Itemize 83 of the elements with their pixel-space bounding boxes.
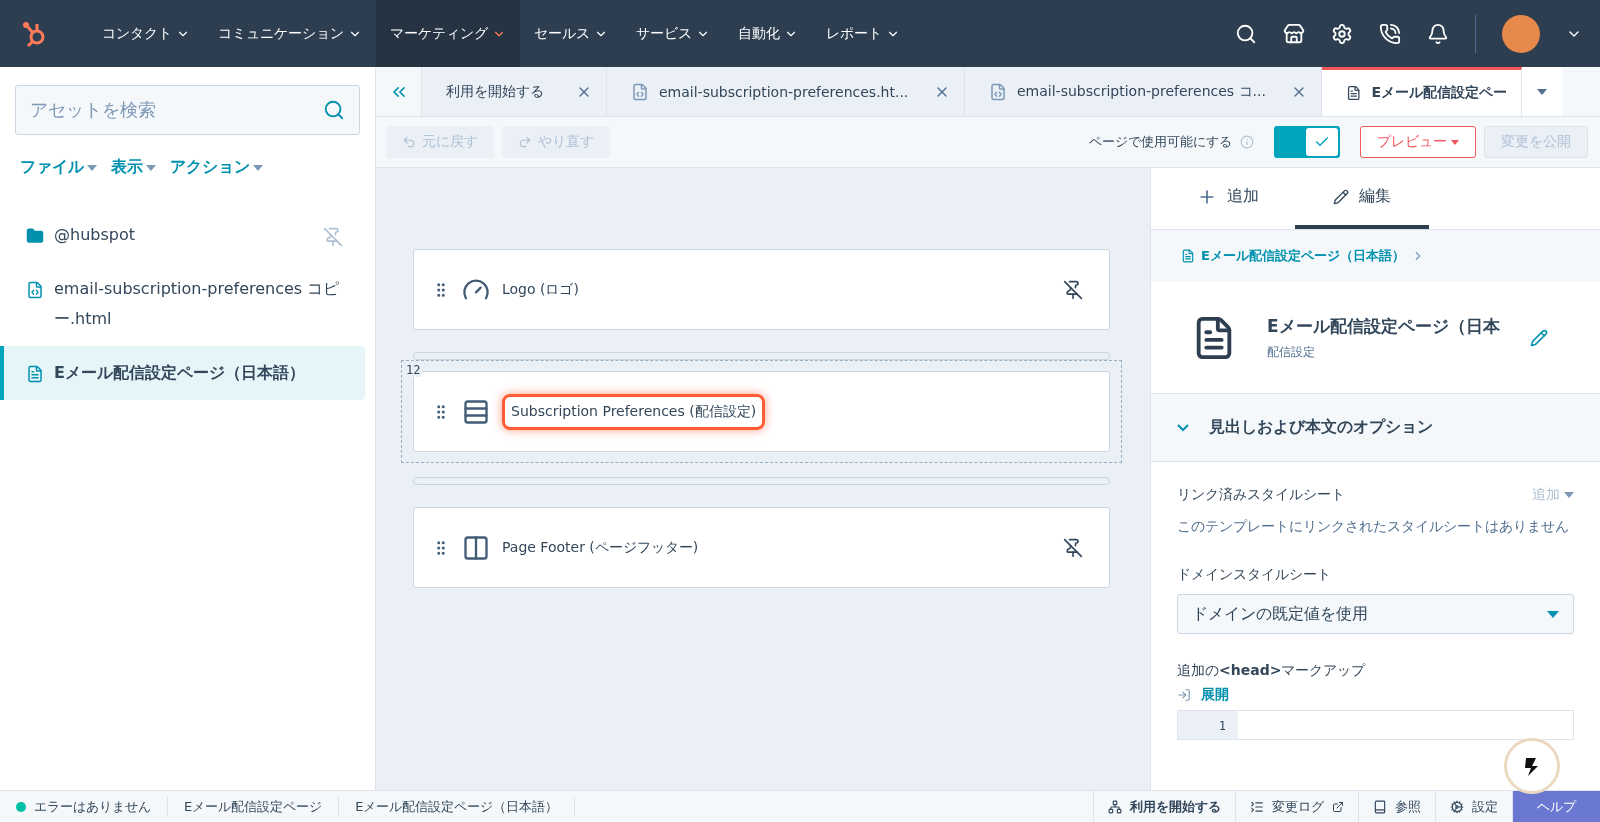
phone-icon[interactable] (1379, 22, 1401, 45)
nav-item[interactable]: コミュニケーション (204, 0, 376, 67)
pencil-icon (1333, 188, 1349, 205)
editor-tab[interactable]: 利用を開始する (422, 67, 607, 116)
field-label: リンク済みスタイルシート (1177, 486, 1345, 504)
availability-label: ページで使用可能にする (1089, 133, 1232, 151)
list-icon (1250, 799, 1264, 814)
nav-item[interactable]: レポート (812, 0, 914, 67)
caret-icon (87, 164, 97, 171)
file-tree-item[interactable]: @hubspot (0, 208, 365, 262)
caret-icon (1537, 88, 1547, 95)
file-tree-item[interactable]: email-subscription-preferences コピー.html (0, 262, 365, 346)
caret-icon (253, 164, 263, 171)
section-header[interactable]: 見出しおよび本文のオプション (1151, 394, 1600, 462)
status-bar-button[interactable]: 変更ログ (1235, 790, 1358, 822)
edit-icon[interactable] (1529, 328, 1548, 347)
search-icon (323, 99, 345, 121)
unpin-icon[interactable] (1063, 537, 1083, 558)
breadcrumb-link[interactable]: Eメール配信設定ページ（日本語） (1201, 247, 1405, 265)
footer-layout-icon (462, 533, 490, 562)
status-item: Eメール配信設定ページ (168, 796, 340, 817)
status-item: エラーはありません (0, 796, 168, 817)
nav-item[interactable]: コンタクト (88, 0, 204, 67)
page-icon (1346, 84, 1362, 102)
field-label: ドメインスタイルシート (1177, 566, 1332, 584)
unpin-icon[interactable] (1063, 279, 1083, 300)
expand-icon (1177, 688, 1191, 702)
book-icon (1373, 799, 1387, 814)
caret-icon (146, 164, 156, 171)
caret-icon (1564, 492, 1574, 498)
expand-link[interactable]: 展開 (1201, 686, 1229, 704)
settings-icon (1450, 799, 1464, 814)
preview-button[interactable]: プレビュー (1360, 126, 1476, 158)
notifications-icon[interactable] (1427, 22, 1449, 45)
editor-tab[interactable]: Eメール配信設定ペー (1322, 67, 1522, 116)
avatar[interactable] (1502, 14, 1540, 53)
status-bar-button[interactable]: ヘルプ (1512, 790, 1600, 822)
caret-icon (1451, 139, 1459, 145)
status-bar-button[interactable]: 利用を開始する (1093, 790, 1235, 822)
page-icon (1181, 249, 1195, 263)
editor-tab[interactable]: email-subscription-preferences.ht... (607, 67, 965, 116)
module-title: Eメール配信設定ページ（日本 (1267, 314, 1500, 338)
module-label: Logo (ロゴ) (502, 280, 579, 299)
code-file-icon (26, 281, 44, 299)
code-file-icon (989, 82, 1007, 101)
folder-icon (26, 227, 44, 245)
undo-icon (402, 135, 416, 149)
menu-button[interactable]: ファイル (20, 157, 97, 178)
field-label: 追加の<head>マークアップ (1177, 662, 1367, 680)
panel-tab[interactable]: 追加 (1161, 168, 1295, 229)
settings-icon[interactable] (1331, 22, 1353, 45)
empty-message: このテンプレートにリンクされたスタイルシートはありません (1177, 517, 1570, 536)
module-card[interactable]: Logo (ロゴ) (413, 249, 1110, 330)
redo-icon (518, 135, 532, 149)
rows-icon (462, 397, 490, 426)
row-number: 12 (404, 363, 423, 377)
marketplace-icon[interactable] (1283, 22, 1305, 45)
code-editor[interactable]: 1 (1177, 710, 1574, 740)
network-icon (1108, 799, 1122, 814)
nav-item[interactable]: マーケティング (376, 0, 520, 67)
nav-item[interactable]: セールス (520, 0, 622, 67)
external-link-icon (1332, 800, 1344, 813)
menu-button[interactable]: 表示 (111, 157, 156, 178)
select-field[interactable]: ドメインの既定値を使用 (1177, 594, 1574, 634)
nav-item[interactable]: 自動化 (724, 0, 812, 67)
caret-icon (1547, 610, 1559, 618)
search-icon[interactable] (1235, 22, 1257, 45)
line-number: 1 (1178, 711, 1238, 739)
status-item: Eメール配信設定ページ（日本語） (339, 796, 576, 817)
module-label: Page Footer (ページフッター) (502, 538, 699, 557)
chevron-icon (1177, 423, 1189, 432)
toggle-switch[interactable] (1274, 126, 1340, 158)
chat-button[interactable] (1504, 738, 1560, 794)
module-subtitle: 配信設定 (1267, 343, 1316, 361)
editor-tab[interactable]: email-subscription-preferences コ... (965, 67, 1322, 116)
code-file-icon (631, 82, 649, 101)
module-card[interactable]: Page Footer (ページフッター) (413, 507, 1110, 588)
nav-item[interactable]: サービス (622, 0, 724, 67)
status-bar-button[interactable]: 参照 (1358, 790, 1435, 822)
menu-button[interactable]: アクション (170, 157, 263, 178)
file-tree-item[interactable]: Eメール配信設定ページ（日本語） (0, 346, 365, 400)
page-icon (26, 365, 44, 383)
module-label: Subscription Preferences (配信設定) (502, 393, 766, 430)
